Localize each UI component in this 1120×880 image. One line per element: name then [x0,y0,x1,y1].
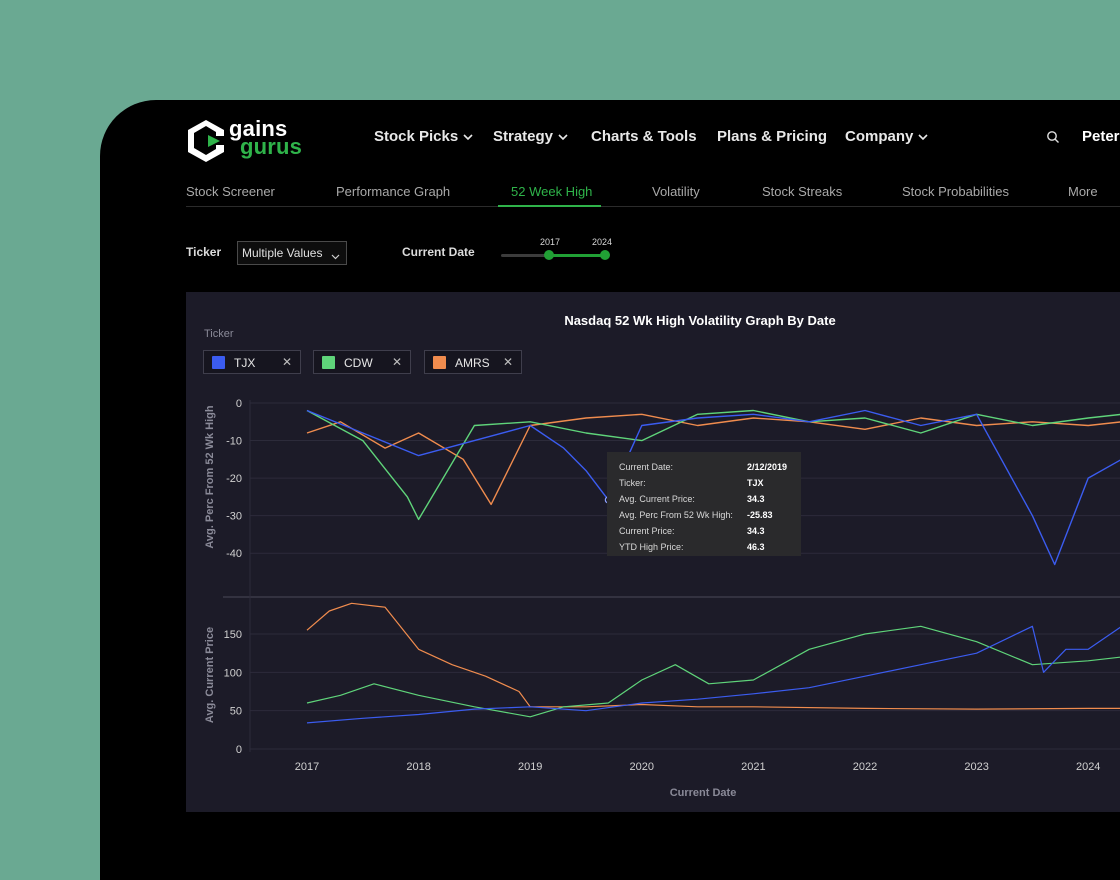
y-tick-label: 0 [236,744,242,756]
y-tick-label: -20 [226,473,242,485]
volatility-chart[interactable]: 0 -10 -20 -30 -40 0 50 100 150 2017 2018 2019 2020 20… [0,0,1120,840]
tooltip-label: Current Price: [619,526,675,536]
x-tick-label: 2021 [741,761,765,773]
x-tick-label: 2018 [406,761,430,773]
y-tick-label: -30 [226,511,242,523]
y-tick-label: -10 [226,436,242,448]
tooltip-label: Current Date: [619,462,674,472]
y-tick-label: 0 [236,398,242,410]
x-tick-label: 2023 [964,761,988,773]
tooltip-value: 2/12/2019 [747,462,788,472]
y-tick-label: -40 [226,548,242,560]
tooltip-label: Avg. Current Price: [619,494,695,504]
tooltip-value: 34.3 [747,494,765,504]
app-screen: gains gurus Stock Picks Strategy Charts … [0,0,1120,840]
series-line-cdw [306,625,1120,718]
tooltip-label: YTD High Price: [619,542,684,552]
x-tick-label: 2024 [1076,761,1100,773]
x-tick-label: 2019 [518,761,542,773]
chart-tooltip: Current Date: 2/12/2019 Ticker: TJX Avg.… [607,452,801,556]
tooltip-value: 34.3 [747,526,765,536]
tooltip-value: TJX [747,478,764,488]
tooltip-label: Ticker: [619,478,646,488]
y-tick-label: 50 [230,706,242,718]
tooltip-label: Avg. Perc From 52 Wk High: [619,510,733,520]
series-line-amrs [306,602,1120,710]
y-tick-label: 100 [224,667,242,679]
y-axis-title-bottom: Avg. Current Price [204,627,216,723]
tooltip-value: -25.83 [747,510,773,520]
y-tick-label: 150 [224,629,242,641]
x-tick-label: 2020 [630,761,654,773]
y-axis-title-top: Avg. Perc From 52 Wk High [204,405,216,549]
tooltip-value: 46.3 [747,542,765,552]
x-axis-title: Current Date [670,787,737,799]
x-tick-label: 2017 [295,761,319,773]
x-tick-label: 2022 [853,761,877,773]
